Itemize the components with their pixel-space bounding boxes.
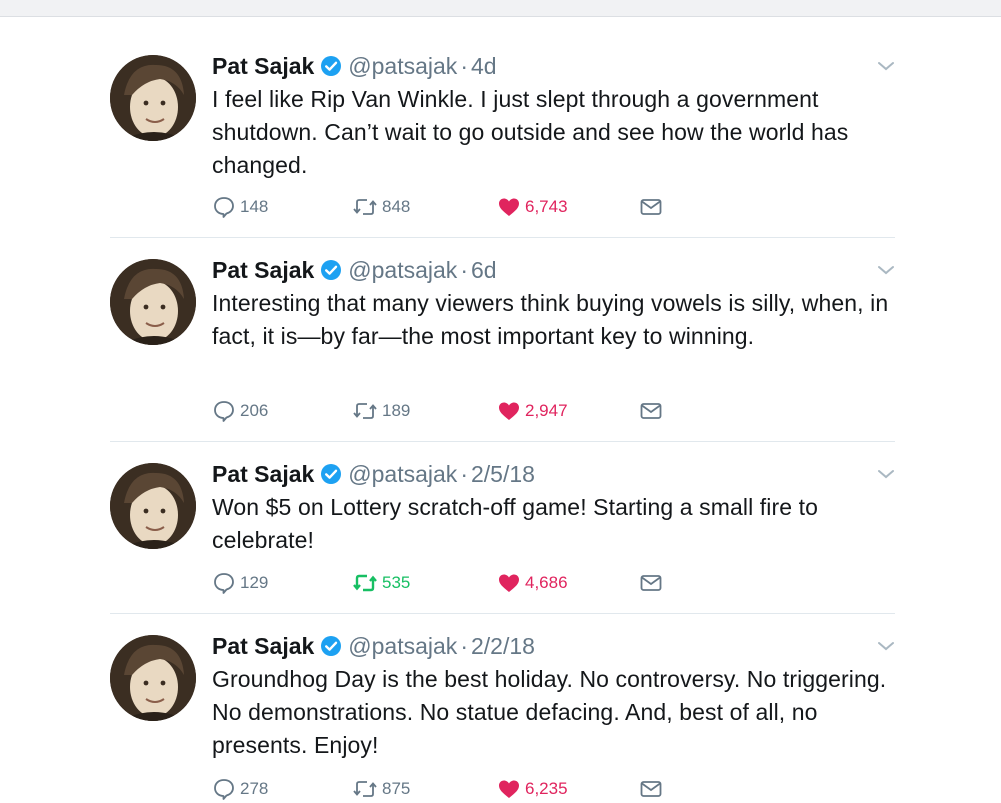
tweet-actions: 148 848 6,743 [212,193,672,221]
divider [110,441,895,442]
tweet-text: Groundhog Day is the best holiday. No co… [212,666,887,758]
timestamp[interactable]: 4d [471,53,497,79]
top-bar [0,0,1001,17]
display-name[interactable]: Pat Sajak [212,633,314,659]
heart-icon [497,195,525,219]
reply-count: 148 [240,197,269,216]
tweet-actions: 278 875 6,235 [212,775,672,803]
separator-dot: · [460,633,468,659]
heart-icon [497,777,525,801]
timestamp[interactable]: 2/2/18 [471,633,535,659]
tweet-text: Won $5 on Lottery scratch-off game! Star… [212,494,818,553]
retweet-count: 875 [382,779,411,798]
reply-icon [212,399,240,423]
separator-dot: · [460,53,468,79]
like-count: 2,947 [525,401,568,420]
retweet-count: 848 [382,197,411,216]
handle[interactable]: @patsajak [348,53,457,79]
envelope-icon [639,571,667,595]
like-button[interactable]: 2,947 [497,397,568,425]
direct-message-button[interactable] [639,397,667,425]
reply-icon [212,777,240,801]
like-button[interactable]: 6,235 [497,775,568,803]
verified-badge-icon [320,54,342,84]
verified-badge-icon [320,634,342,664]
envelope-icon [639,399,667,423]
like-button[interactable]: 4,686 [497,569,568,597]
verified-badge-icon [320,258,342,288]
timestamp[interactable]: 6d [471,257,497,283]
avatar[interactable] [110,463,196,549]
like-button[interactable]: 6,743 [497,193,568,221]
divider [110,613,895,614]
avatar[interactable] [110,259,196,345]
heart-icon [497,399,525,423]
chevron-down-icon[interactable] [876,639,896,657]
retweet-icon [352,571,382,595]
envelope-icon [639,777,667,801]
like-count: 6,743 [525,197,568,216]
like-count: 6,235 [525,779,568,798]
heart-icon [497,571,525,595]
handle[interactable]: @patsajak [348,257,457,283]
envelope-icon [639,195,667,219]
separator-dot: · [460,257,468,283]
retweet-icon [352,195,382,219]
retweet-button[interactable]: 189 [352,397,410,425]
reply-icon [212,195,240,219]
display-name[interactable]: Pat Sajak [212,53,314,79]
chevron-down-icon[interactable] [876,59,896,77]
reply-button[interactable]: 278 [212,775,268,803]
avatar[interactable] [110,635,196,721]
retweet-button[interactable]: 535 [352,569,410,597]
direct-message-button[interactable] [639,775,667,803]
reply-count: 129 [240,573,269,592]
tweet-actions: 206 189 2,947 [212,397,672,425]
display-name[interactable]: Pat Sajak [212,257,314,283]
tweet-text: I feel like Rip Van Winkle. I just slept… [212,86,849,178]
divider [110,237,895,238]
reply-icon [212,571,240,595]
reply-count: 206 [240,401,269,420]
verified-badge-icon [320,462,342,492]
like-count: 4,686 [525,573,568,592]
separator-dot: · [460,461,468,487]
retweet-button[interactable]: 848 [352,193,410,221]
reply-button[interactable]: 148 [212,193,268,221]
tweet-text: Interesting that many viewers think buyi… [212,290,889,349]
direct-message-button[interactable] [639,193,667,221]
retweet-icon [352,399,382,423]
avatar[interactable] [110,55,196,141]
retweet-count: 189 [382,401,411,420]
retweet-button[interactable]: 875 [352,775,410,803]
reply-button[interactable]: 129 [212,569,268,597]
retweet-count: 535 [382,573,411,592]
retweet-icon [352,777,382,801]
reply-button[interactable]: 206 [212,397,268,425]
chevron-down-icon[interactable] [876,467,896,485]
tweet-actions: 129 535 4,686 [212,569,672,597]
timestamp[interactable]: 2/5/18 [471,461,535,487]
direct-message-button[interactable] [639,569,667,597]
handle[interactable]: @patsajak [348,461,457,487]
display-name[interactable]: Pat Sajak [212,461,314,487]
handle[interactable]: @patsajak [348,633,457,659]
reply-count: 278 [240,779,269,798]
chevron-down-icon[interactable] [876,263,896,281]
